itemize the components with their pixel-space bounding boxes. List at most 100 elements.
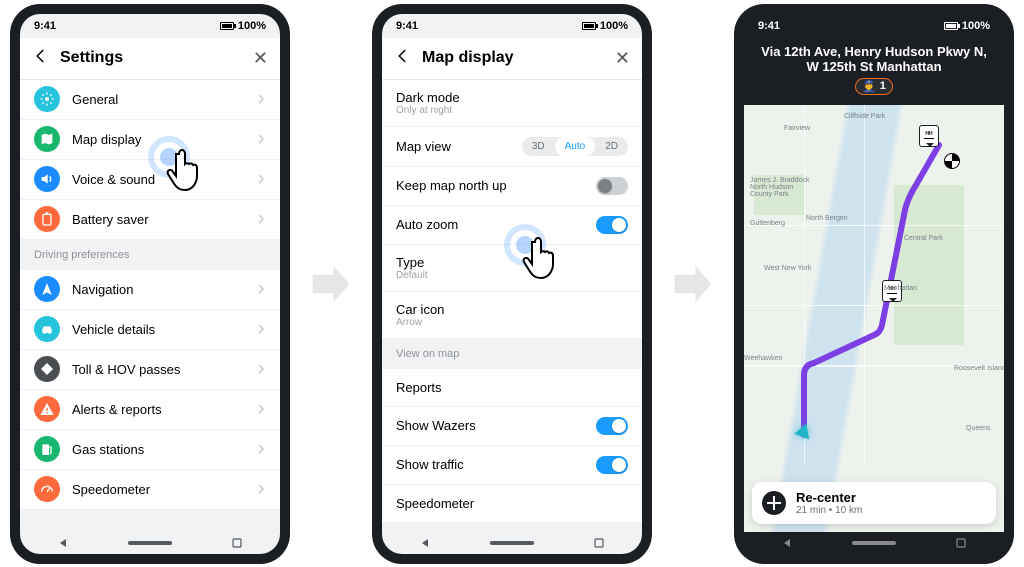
header: Map display ✕ (382, 38, 642, 80)
row-label: Car icon (396, 302, 444, 317)
chevron-right-icon (256, 172, 266, 187)
chevron-right-icon (256, 92, 266, 107)
row-label: Keep map north up (396, 178, 507, 193)
map-display-list: Dark modeOnly at night Map view 3D Auto … (382, 80, 642, 532)
settings-item-gas-stations[interactable]: Gas stations (20, 430, 280, 470)
map-canvas[interactable]: HH HH Fairview Cliffside Park James J. B… (744, 105, 1004, 532)
settings-item-navigation[interactable]: Navigation (20, 270, 280, 310)
settings-item-speedometer[interactable]: Speedometer (20, 470, 280, 510)
item-label: Voice & sound (72, 172, 155, 187)
map-label: West New York (764, 265, 811, 272)
settings-item-battery-saver[interactable]: Battery saver (20, 200, 280, 240)
group-driving-prefs: Driving preferences (20, 240, 280, 270)
row-label: Speedometer (396, 496, 474, 511)
police-badge[interactable]: 👮 1 (855, 78, 893, 95)
phone-navigation: 9:41 100% Via 12th Ave, Henry Hudson Pkw… (734, 4, 1014, 564)
phone-map-display: 9:41 100% Map display ✕ Dark modeOnly at… (372, 4, 652, 564)
item-label: Navigation (72, 282, 133, 297)
settings-item-voice-sound[interactable]: Voice & sound (20, 160, 280, 200)
item-label: Battery saver (72, 212, 149, 227)
group-view-on-map: View on map (382, 339, 642, 369)
row-reports[interactable]: Reports (382, 369, 642, 407)
segmented-map-view[interactable]: 3D Auto 2D (522, 137, 628, 156)
gas-icon (34, 436, 60, 462)
status-time: 9:41 (758, 20, 780, 32)
map-label: Queens (966, 425, 991, 432)
recenter-dist: 10 km (835, 505, 862, 516)
destination-header: Via 12th Ave, Henry Hudson Pkwy N, W 125… (744, 38, 1004, 105)
item-label: Gas stations (72, 442, 144, 457)
car-icon (34, 316, 60, 342)
status-bar: 9:41 100% (382, 14, 642, 38)
settings-item-map-display[interactable]: Map display (20, 120, 280, 160)
police-count: 1 (880, 80, 886, 92)
status-battery: 100% (600, 20, 628, 32)
chevron-right-icon (256, 482, 266, 497)
row-car-icon[interactable]: Car iconArrow (382, 292, 642, 339)
police-icon: 👮 (862, 80, 876, 93)
page-title: Map display (422, 49, 605, 67)
map-label: Cliffside Park (844, 113, 885, 120)
settings-item-alerts-reports[interactable]: Alerts & reports (20, 390, 280, 430)
row-type[interactable]: TypeDefault (382, 245, 642, 292)
back-icon[interactable] (32, 47, 50, 70)
row-label: Show Wazers (396, 418, 476, 433)
poi-marker[interactable]: HH (919, 125, 939, 147)
map-label: North Bergen (806, 215, 848, 222)
row-speedometer[interactable]: Speedometer (382, 485, 642, 523)
screen-navigation: 9:41 100% Via 12th Ave, Henry Hudson Pkw… (744, 14, 1004, 554)
status-battery: 100% (962, 20, 990, 32)
chevron-right-icon (256, 212, 266, 227)
row-traffic: Show traffic (382, 446, 642, 485)
recenter-panel[interactable]: Re-center 21 min • 10 km (752, 482, 996, 524)
android-navbar (20, 532, 280, 554)
toggle-north-up[interactable] (596, 177, 628, 195)
screen-settings: 9:41 100% Settings ✕ GeneralMap display V… (20, 14, 280, 554)
toggle-auto-zoom[interactable] (596, 216, 628, 234)
row-label: Dark mode (396, 90, 460, 105)
settings-item-general[interactable]: General (20, 80, 280, 120)
settings-item-toll-hov-passes[interactable]: Toll & HOV passes (20, 350, 280, 390)
recenter-eta: 21 min (796, 505, 826, 516)
map-label: Fairview (784, 125, 810, 132)
row-label: Map view (396, 139, 451, 154)
chevron-right-icon (256, 402, 266, 417)
page-title: Settings (60, 49, 243, 67)
row-value: Default (396, 270, 428, 281)
status-time: 9:41 (34, 20, 56, 32)
status-bar: 9:41 100% (744, 14, 1004, 38)
item-label: Toll & HOV passes (72, 362, 180, 377)
settings-item-vehicle-details[interactable]: Vehicle details (20, 310, 280, 350)
flow-arrow (663, 261, 723, 307)
speaker-icon (34, 166, 60, 192)
row-label: Type (396, 255, 428, 270)
status-battery: 100% (238, 20, 266, 32)
battery-icon (34, 206, 60, 232)
battery-icon (220, 22, 234, 30)
destination-text: Via 12th Ave, Henry Hudson Pkwy N, W 125… (754, 44, 994, 74)
map-label: Roosevelt Island (954, 365, 1004, 372)
toggle-traffic[interactable] (596, 456, 628, 474)
row-auto-zoom: Auto zoom (382, 206, 642, 245)
route-line (744, 105, 1004, 475)
map-label: Weehawken (744, 355, 782, 362)
row-dark-mode[interactable]: Dark modeOnly at night (382, 80, 642, 127)
map-label: Central Park (904, 235, 943, 242)
seg-2d[interactable]: 2D (595, 137, 628, 156)
status-time: 9:41 (396, 20, 418, 32)
row-wazers: Show Wazers (382, 407, 642, 446)
seg-3d[interactable]: 3D (522, 137, 555, 156)
back-icon[interactable] (394, 47, 412, 70)
item-label: Speedometer (72, 482, 150, 497)
close-icon[interactable]: ✕ (615, 48, 630, 69)
row-label: Show traffic (396, 457, 464, 472)
item-label: Vehicle details (72, 322, 155, 337)
chevron-right-icon (256, 282, 266, 297)
toggle-wazers[interactable] (596, 417, 628, 435)
row-label: Auto zoom (396, 217, 458, 232)
row-north-up: Keep map north up (382, 167, 642, 206)
navigate-icon (34, 276, 60, 302)
seg-auto[interactable]: Auto (555, 137, 596, 156)
close-icon[interactable]: ✕ (253, 48, 268, 69)
header: Settings ✕ (20, 38, 280, 80)
